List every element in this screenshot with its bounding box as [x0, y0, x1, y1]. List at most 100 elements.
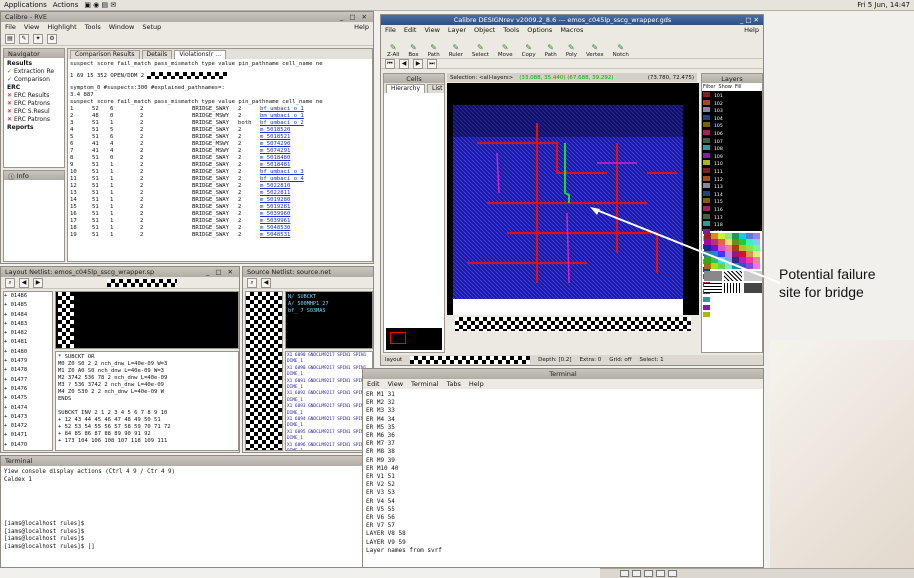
apps-menu[interactable]: Applications — [4, 1, 47, 9]
menu-file[interactable]: File — [5, 23, 16, 31]
menu-terminal[interactable]: Terminal — [411, 380, 438, 388]
tool-box[interactable]: ✎ Box — [408, 43, 418, 58]
table-row[interactable]: 19 51 1 2 BRIDGE_SWAY 2 m_5048531 — [70, 232, 370, 239]
highlight-icon[interactable]: ✦ — [33, 33, 43, 44]
tab-violations[interactable]: Violations(r ... — [174, 50, 227, 59]
table-row[interactable]: 18 51 1 2 BRIDGE_SWAY 2 m_5048530 — [70, 225, 370, 232]
tree-item[interactable]: + 01476 — [4, 385, 52, 394]
nav-item-erc-sresults[interactable]: ✕ ERC S.Resul — [7, 108, 61, 116]
pin-pathname-link[interactable]: m_5018480 — [260, 155, 290, 161]
pin-pathname-link[interactable]: m_5018481 — [260, 162, 290, 168]
tree-item[interactable]: + 01481 — [4, 338, 52, 347]
pin-pathname-link[interactable]: bf_umbaci_o_3 — [260, 169, 304, 175]
pin-pathname-link[interactable]: m_5022811 — [260, 190, 290, 196]
pin-pathname-link[interactable]: bm_umbaci_o_1 — [260, 113, 304, 119]
menu-tabs[interactable]: Tabs — [447, 380, 461, 388]
tool-poly[interactable]: ✎ Poly — [566, 43, 577, 58]
task-icon[interactable] — [668, 570, 677, 577]
layer-row[interactable]: 109 — [703, 152, 761, 161]
pin-pathname-link[interactable]: bf_umbaci_o_2 — [260, 120, 304, 126]
layer-row[interactable]: 105 — [703, 122, 761, 130]
pin-pathname-link[interactable]: m_5074291 — [260, 148, 290, 154]
tree-item[interactable]: + 01478 — [4, 366, 52, 375]
tab-comparison-results[interactable]: Comparison Results — [70, 50, 140, 59]
tool-select[interactable]: ✎ Select — [472, 43, 489, 58]
layer-row[interactable]: 110 — [703, 160, 761, 168]
tool-ruler[interactable]: ✎ Ruler — [449, 43, 463, 58]
table-row[interactable]: 3 51 1 2 BRIDGE_SWAY both bf_umbaci_o_2 — [70, 120, 370, 127]
settings-icon[interactable]: ⚙ — [47, 33, 57, 44]
task-icon[interactable] — [644, 570, 653, 577]
layer-row[interactable]: 111 — [703, 167, 761, 176]
layout-schematic[interactable] — [55, 291, 239, 349]
layer-show[interactable]: Show — [718, 84, 732, 90]
last-icon[interactable]: ⏭ — [427, 58, 437, 69]
next-icon[interactable]: ▶ — [413, 58, 423, 69]
menu-tools[interactable]: Tools — [503, 26, 519, 34]
pin-pathname-link[interactable]: m_5018521 — [260, 134, 290, 140]
nav-item-comparison[interactable]: ✓ Comparison — [7, 76, 61, 84]
layer-row[interactable]: 114 — [703, 190, 761, 199]
menu-help[interactable]: Help — [469, 380, 484, 388]
back-icon[interactable]: ◀ — [261, 277, 271, 288]
find-icon[interactable]: ⌕ — [247, 277, 257, 288]
tree-item[interactable]: + 01483 — [4, 320, 52, 329]
menu-file[interactable]: File — [385, 26, 396, 34]
overview-map[interactable] — [386, 328, 442, 350]
tab-hierarchy[interactable]: Hierarchy — [386, 84, 426, 93]
tab-details[interactable]: Details — [141, 50, 173, 59]
window-controls[interactable]: _ □ ✕ — [740, 16, 759, 24]
layer-row[interactable]: 113 — [703, 183, 761, 191]
layer-row[interactable]: 112 — [703, 175, 761, 184]
layer-fill[interactable]: Fill — [735, 84, 742, 90]
nav-item-erc-patrons[interactable]: ✕ ERC Patrons — [7, 100, 61, 108]
tool-copy[interactable]: ✎ Copy — [522, 43, 536, 58]
layer-row[interactable]: 101 — [703, 92, 761, 100]
reports-header[interactable]: Reports — [7, 124, 61, 132]
window-controls[interactable]: _ □ ✕ — [340, 13, 369, 21]
layer-row[interactable]: 130 — [703, 312, 761, 320]
table-row[interactable]: 15 51 1 2 BRIDGE_SWAY 2 m_5019281 — [70, 204, 370, 211]
summary-row[interactable]: 1 69 15 352 OPEN/DDM 2 — [70, 72, 370, 79]
terminal-output[interactable]: ER M1 31 ER M2 32 ER M3 33 ER M4 34 ER M5 35… — [363, 389, 763, 565]
menu-help[interactable]: Help — [744, 26, 759, 34]
pin-pathname-link[interactable]: m_5048531 — [260, 232, 290, 238]
prompt-line[interactable]: [iams@localhost rules]$ — [4, 529, 370, 537]
back-icon[interactable]: ◀ — [19, 277, 29, 288]
first-icon[interactable]: ⏮ — [385, 58, 395, 69]
tree-item[interactable]: + 01474 — [4, 404, 52, 413]
tab-list[interactable]: List — [427, 84, 444, 93]
big-terminal-titlebar[interactable]: Terminal — [363, 369, 763, 379]
menu-tools[interactable]: Tools — [85, 23, 101, 31]
pin-pathname-link[interactable]: m_5018520 — [260, 127, 290, 133]
menu-highlight[interactable]: Highlight — [47, 23, 76, 31]
pin-pathname-link[interactable]: m_5074290 — [260, 141, 290, 147]
pencil-icon[interactable]: ✎ — [19, 33, 29, 44]
menu-edit[interactable]: Edit — [404, 26, 417, 34]
tree-item[interactable]: + 01482 — [4, 329, 52, 338]
tool-zall[interactable]: ✎ Z-All — [387, 43, 399, 58]
pin-pathname-link[interactable]: m_5019281 — [260, 204, 290, 210]
tool-notch[interactable]: ✎ Notch — [613, 43, 629, 58]
table-row[interactable]: 4 51 5 2 BRIDGE_SWAY 2 m_5018520 — [70, 127, 370, 134]
tree-item[interactable]: + 01475 — [4, 394, 52, 403]
prompt-line[interactable]: [iams@localhost rules]$ — [4, 521, 370, 529]
table-row[interactable]: 14 51 1 2 BRIDGE_SWAY 2 m_5019280 — [70, 197, 370, 204]
layer-row[interactable]: 102 — [703, 99, 761, 108]
tree-item[interactable]: + 01485 — [4, 301, 52, 310]
window-controls[interactable]: _ □ ✕ — [206, 268, 235, 276]
table-row[interactable]: 8 51 0 2 BRIDGE_SWAY 2 m_5018480 — [70, 155, 370, 162]
rve-titlebar[interactable]: Calibre - RVE _ □ ✕ — [1, 12, 373, 22]
source-netlist-titlebar[interactable]: Source Netlist: source.net — [243, 267, 373, 277]
find-icon[interactable]: ⌕ — [5, 277, 15, 288]
prev-icon[interactable]: ◀ — [399, 58, 409, 69]
pin-pathname-link[interactable]: bf_umbaci_o_1 — [260, 106, 304, 112]
menu-window[interactable]: Window — [109, 23, 135, 31]
task-icon[interactable] — [632, 570, 641, 577]
layer-row[interactable]: 108 — [703, 145, 761, 153]
prompt-line[interactable]: [iams@localhost rules]$ [] — [4, 544, 370, 552]
layer-row[interactable]: 106 — [703, 129, 761, 138]
designrev-titlebar[interactable]: Calibre DESIGNrev v2009.2_8.6 --- emos_c… — [381, 15, 763, 25]
table-row[interactable]: 2 48 0 2 BRIDGE_MSWY 2 bm_umbaci_o_1 — [70, 113, 370, 120]
menu-view[interactable]: View — [24, 23, 39, 31]
